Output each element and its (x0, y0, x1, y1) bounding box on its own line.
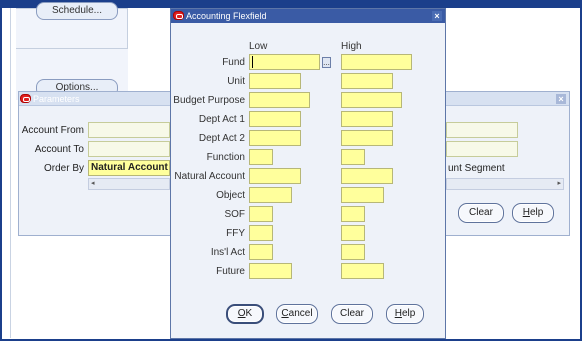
schedule-button[interactable]: Schedule... (36, 2, 118, 20)
budget-purpose-low-field[interactable] (249, 92, 310, 108)
dialog-title: Accounting Flexfield (186, 11, 267, 21)
parameters-title: Parameters (33, 94, 80, 104)
segment-label-budget-purpose: Budget Purpose (173, 95, 245, 106)
object-high-field[interactable] (341, 187, 384, 203)
segment-label-function: Function (206, 152, 245, 163)
chevron-right-icon[interactable]: ▸ (557, 179, 561, 187)
cancel-mnemonic: C (281, 308, 289, 319)
list-of-values-button[interactable]: ... (322, 57, 331, 68)
insl-act-high-field[interactable] (341, 244, 365, 260)
help-mnemonic: H (394, 308, 402, 319)
help-button[interactable]: Help (386, 304, 424, 324)
high-column-header: High (341, 41, 362, 52)
oracle-logo-icon (173, 11, 184, 20)
dept-act-2-low-field[interactable] (249, 130, 301, 146)
unit-low-field[interactable] (249, 73, 301, 89)
future-high-field[interactable] (341, 263, 384, 279)
segment-label-natural-account: Natural Account (174, 171, 245, 182)
oracle-logo-icon (20, 94, 31, 103)
fund-high-field[interactable] (341, 54, 412, 70)
clear-button[interactable]: Clear (331, 304, 373, 324)
params-help-button[interactable]: Help (512, 203, 554, 223)
params-clear-button[interactable]: Clear (458, 203, 504, 223)
account-to-field-right[interactable] (446, 141, 518, 157)
insl-act-low-field[interactable] (249, 244, 273, 260)
dept-act-1-high-field[interactable] (341, 111, 393, 127)
segment-label: unt Segment (448, 163, 505, 174)
close-icon[interactable]: × (432, 11, 442, 21)
dept-act-2-high-field[interactable] (341, 130, 393, 146)
order-by-label: Order By (43, 163, 84, 174)
ffy-high-field[interactable] (341, 225, 365, 241)
ffy-low-field[interactable] (249, 225, 273, 241)
segment-label-object: Object (216, 190, 245, 201)
budget-purpose-high-field[interactable] (341, 92, 402, 108)
segment-label-dept-act-2: Dept Act 2 (198, 133, 245, 144)
sof-low-field[interactable] (249, 206, 273, 222)
segment-scrollbar[interactable]: ▸ (446, 178, 564, 190)
help-rest: elp (401, 308, 416, 319)
fund-low-field[interactable] (249, 54, 320, 70)
text-cursor (252, 56, 253, 68)
account-from-label: Account From (21, 125, 84, 136)
low-column-header: Low (249, 41, 268, 52)
close-icon[interactable]: × (556, 94, 566, 104)
account-from-field[interactable] (88, 122, 170, 138)
order-by-scrollbar[interactable]: ◂ (88, 178, 170, 190)
cancel-button[interactable]: Cancel (276, 304, 318, 324)
params-help-mnemonic: H (522, 207, 530, 218)
segment-label-sof: SOF (224, 209, 245, 220)
account-to-field[interactable] (88, 141, 170, 157)
unit-high-field[interactable] (341, 73, 393, 89)
segment-label-insl-act: Ins'l Act (210, 247, 245, 258)
function-high-field[interactable] (341, 149, 365, 165)
future-low-field[interactable] (249, 263, 292, 279)
segment-label-fund: Fund (222, 57, 245, 68)
segment-label-future: Future (216, 266, 245, 277)
dialog-title-bar: Accounting Flexfield × (171, 9, 445, 23)
object-low-field[interactable] (249, 187, 292, 203)
sof-high-field[interactable] (341, 206, 365, 222)
account-to-label: Account To (34, 144, 84, 155)
natural-account-low-field[interactable] (249, 168, 301, 184)
dept-act-1-low-field[interactable] (249, 111, 301, 127)
segment-label-dept-act-1: Dept Act 1 (198, 114, 245, 125)
chevron-left-icon[interactable]: ◂ (91, 179, 95, 187)
function-low-field[interactable] (249, 149, 273, 165)
ok-rest: K (245, 308, 253, 319)
cancel-rest: ancel (288, 308, 313, 319)
segment-label-unit: Unit (227, 76, 245, 87)
natural-account-high-field[interactable] (341, 168, 393, 184)
ok-mnemonic: O (237, 308, 246, 319)
ok-button[interactable]: OK (226, 304, 264, 324)
segment-label-ffy: FFY (226, 228, 245, 239)
account-from-field-right[interactable] (446, 122, 518, 138)
order-by-field[interactable]: Natural Account (88, 160, 170, 176)
params-help-rest: elp (529, 207, 544, 218)
